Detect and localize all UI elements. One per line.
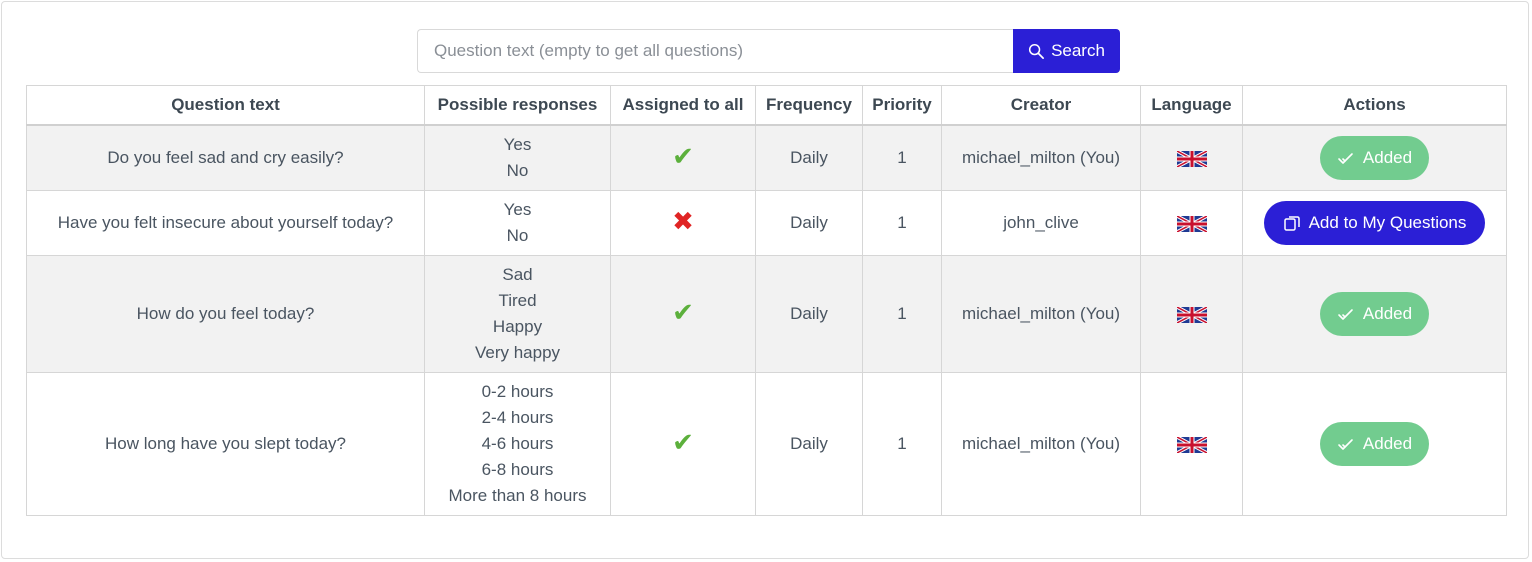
search-icon [1029,43,1045,59]
responses-cell: Sad Tired Happy Very happy [424,255,611,373]
header-assigned-to-all[interactable]: Assigned to all [610,85,756,126]
responses-cell: Yes No [424,190,611,256]
responses-cell: 0-2 hours 2-4 hours 4-6 hours 6-8 hours More… [424,372,611,516]
language-cell [1140,124,1243,191]
creator-cell: michael_milton (You) [941,124,1141,191]
assigned-to-all-cell: ✔ [610,372,756,516]
actions-cell: Added [1242,255,1507,373]
response-option: 4-6 hours [481,434,554,453]
search-input[interactable] [417,29,1013,73]
added-button[interactable]: Added [1320,136,1429,180]
priority-cell: 1 [862,124,942,191]
add-to-my-questions-button[interactable]: Add to My Questions [1264,201,1485,245]
frequency-cell: Daily [755,190,863,256]
header-possible-responses[interactable]: Possible responses [424,85,611,126]
creator-cell: john_clive [941,190,1141,256]
creator-cell: michael_milton (You) [941,255,1141,373]
actions-cell: Added [1242,372,1507,516]
response-option: Very happy [474,343,561,362]
response-option: 6-8 hours [481,460,554,479]
response-option: No [506,161,529,180]
check-icon: ✔ [672,297,694,327]
search-button-label: Search [1051,41,1105,60]
action-button-label: Add to My Questions [1308,213,1467,232]
responses-cell: Yes No [424,124,611,191]
question-text-cell: How do you feel today? [26,255,425,373]
search-button[interactable]: Search [1013,29,1120,73]
assigned-to-all-cell: ✔ [610,124,756,191]
action-button-label: Added [1362,148,1413,167]
uk-flag-icon [1176,150,1207,167]
header-creator[interactable]: Creator [941,85,1141,126]
frequency-cell: Daily [755,255,863,373]
cross-icon: ✖ [672,206,694,236]
table-row: Have you felt insecure about yourself to… [26,190,1507,256]
double-check-icon [1338,153,1353,164]
uk-flag-icon [1176,215,1207,232]
language-cell [1140,372,1243,516]
response-option: Sad [502,265,533,284]
header-actions: Actions [1242,85,1507,126]
uk-flag-icon [1176,436,1207,453]
table-row: Do you feel sad and cry easily? Yes No ✔ Dai… [26,124,1507,191]
response-option: No [506,226,529,245]
header-language[interactable]: Language [1140,85,1243,126]
added-button[interactable]: Added [1320,292,1429,336]
response-option: Tired [498,291,537,310]
language-cell [1140,190,1243,256]
frequency-cell: Daily [755,372,863,516]
action-button-label: Added [1362,304,1413,323]
search-bar: Search [417,29,1120,73]
header-priority[interactable]: Priority [862,85,942,126]
actions-cell: Add to My Questions [1242,190,1507,256]
table-row: How long have you slept today? 0-2 hours 2… [26,372,1507,516]
double-check-icon [1338,439,1353,450]
response-option: 0-2 hours [481,382,554,401]
check-icon: ✔ [672,427,694,457]
added-button[interactable]: Added [1320,422,1429,466]
assigned-to-all-cell: ✔ [610,255,756,373]
questions-table: Question text Possible responses Assigne… [26,85,1507,516]
double-check-icon [1338,309,1353,320]
header-frequency[interactable]: Frequency [755,85,863,126]
response-option: More than 8 hours [448,486,587,505]
uk-flag-icon [1176,306,1207,323]
question-text-cell: Have you felt insecure about yourself to… [26,190,425,256]
response-option: Yes [503,200,532,219]
response-option: 2-4 hours [481,408,554,427]
assigned-to-all-cell: ✖ [610,190,756,256]
question-text-cell: How long have you slept today? [26,372,425,516]
response-option: Yes [503,135,532,154]
priority-cell: 1 [862,190,942,256]
actions-cell: Added [1242,124,1507,191]
table-row: How do you feel today? Sad Tired Happy Very … [26,255,1507,373]
creator-cell: michael_milton (You) [941,372,1141,516]
question-text-cell: Do you feel sad and cry easily? [26,124,425,191]
priority-cell: 1 [862,255,942,373]
action-button-label: Added [1362,434,1413,453]
check-icon: ✔ [672,141,694,171]
language-cell [1140,255,1243,373]
copy-icon [1283,216,1300,231]
priority-cell: 1 [862,372,942,516]
response-option: Happy [492,317,543,336]
header-question-text[interactable]: Question text [26,85,425,126]
frequency-cell: Daily [755,124,863,191]
table-header-row: Question text Possible responses Assigne… [26,85,1507,126]
